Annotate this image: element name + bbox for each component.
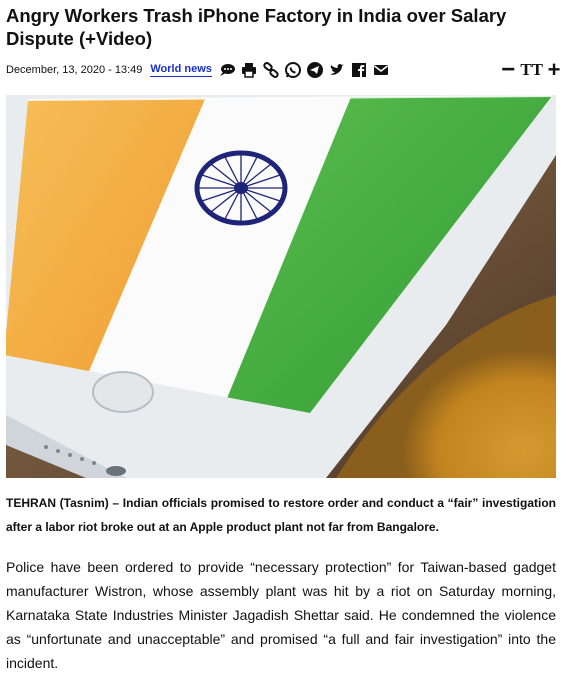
article-body-paragraph: Police have been ordered to provide “nec…	[6, 559, 556, 671]
facebook-icon[interactable]	[350, 61, 368, 79]
email-icon[interactable]	[372, 61, 390, 79]
share-toolbar	[218, 61, 394, 79]
twitter-icon[interactable]	[328, 61, 346, 79]
link-icon[interactable]	[262, 61, 280, 79]
article-lead: TEHRAN (Tasnim) – Indian officials promi…	[6, 496, 556, 534]
telegram-icon[interactable]	[306, 61, 324, 79]
font-size-icon: TT	[520, 60, 543, 79]
font-size-controls: − TT +	[500, 56, 562, 83]
print-icon[interactable]	[240, 61, 258, 79]
hero-image	[6, 95, 556, 478]
article-title: Angry Workers Trash iPhone Factory in In…	[6, 5, 507, 49]
publish-date: December, 13, 2020 - 13:49	[6, 64, 143, 76]
decrease-font-button[interactable]: −	[500, 56, 516, 83]
category-link[interactable]: World news	[150, 63, 212, 77]
article-meta-bar: December, 13, 2020 - 13:49 World news − …	[6, 56, 562, 83]
comment-icon[interactable]	[218, 61, 236, 79]
increase-font-button[interactable]: +	[546, 57, 562, 82]
whatsapp-icon[interactable]	[284, 61, 302, 79]
